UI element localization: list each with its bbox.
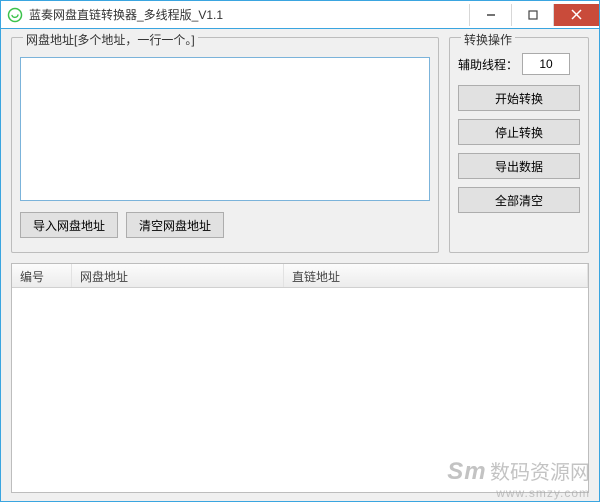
- operation-buttons: 开始转换 停止转换 导出数据 全部清空: [458, 85, 580, 213]
- thread-label: 辅助线程：: [458, 56, 518, 73]
- client-area: 网盘地址[多个地址，一行一个。] 导入网盘地址 清空网盘地址 转换操作 辅助线程…: [1, 29, 599, 501]
- stop-convert-button[interactable]: 停止转换: [458, 119, 580, 145]
- thread-count-input[interactable]: [522, 53, 570, 75]
- start-convert-button[interactable]: 开始转换: [458, 85, 580, 111]
- column-header-direct[interactable]: 直链地址: [284, 264, 588, 287]
- app-window: 蓝奏网盘直链转换器_多线程版_V1.1 网盘地址[多个地址，一行一个。] 导入网…: [0, 0, 600, 502]
- result-table[interactable]: 编号 网盘地址 直链地址: [11, 263, 589, 493]
- titlebar: 蓝奏网盘直链转换器_多线程版_V1.1: [1, 1, 599, 29]
- clear-all-button[interactable]: 全部清空: [458, 187, 580, 213]
- operations-panel: 转换操作 辅助线程： 开始转换 停止转换 导出数据 全部清空: [449, 37, 589, 253]
- address-textarea[interactable]: [20, 57, 430, 201]
- app-icon: [7, 7, 23, 23]
- thread-row: 辅助线程：: [458, 53, 580, 75]
- column-header-source[interactable]: 网盘地址: [72, 264, 284, 287]
- operations-panel-label: 转换操作: [461, 33, 515, 47]
- maximize-icon: [528, 10, 538, 20]
- column-header-index[interactable]: 编号: [12, 264, 72, 287]
- minimize-icon: [486, 10, 496, 20]
- top-row: 网盘地址[多个地址，一行一个。] 导入网盘地址 清空网盘地址 转换操作 辅助线程…: [11, 37, 589, 253]
- result-table-header: 编号 网盘地址 直链地址: [12, 264, 588, 288]
- close-icon: [571, 9, 582, 20]
- window-title: 蓝奏网盘直链转换器_多线程版_V1.1: [29, 6, 223, 23]
- clear-address-button[interactable]: 清空网盘地址: [126, 212, 224, 238]
- export-data-button[interactable]: 导出数据: [458, 153, 580, 179]
- maximize-button[interactable]: [511, 4, 553, 26]
- address-button-row: 导入网盘地址 清空网盘地址: [20, 212, 430, 238]
- address-panel-label: 网盘地址[多个地址，一行一个。]: [23, 33, 198, 47]
- close-button[interactable]: [553, 4, 599, 26]
- minimize-button[interactable]: [469, 4, 511, 26]
- import-address-button[interactable]: 导入网盘地址: [20, 212, 118, 238]
- address-input-panel: 网盘地址[多个地址，一行一个。] 导入网盘地址 清空网盘地址: [11, 37, 439, 253]
